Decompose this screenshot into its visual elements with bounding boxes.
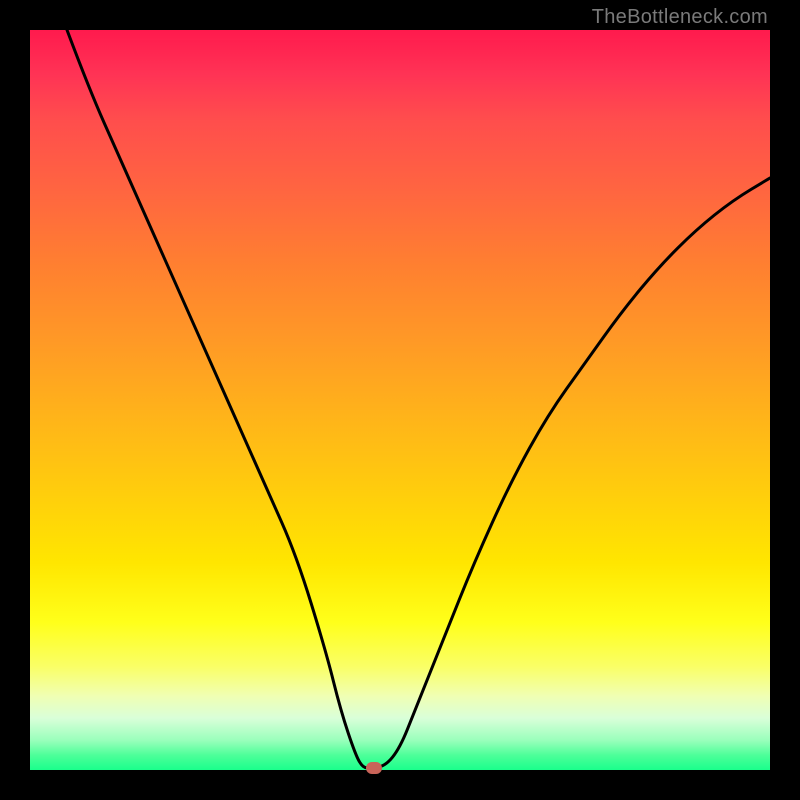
bottleneck-curve (67, 30, 770, 768)
optimum-marker (366, 762, 382, 774)
plot-area (30, 30, 770, 770)
watermark-text: TheBottleneck.com (592, 6, 768, 29)
chart-frame: TheBottleneck.com (0, 0, 800, 800)
curve-svg (30, 30, 770, 770)
